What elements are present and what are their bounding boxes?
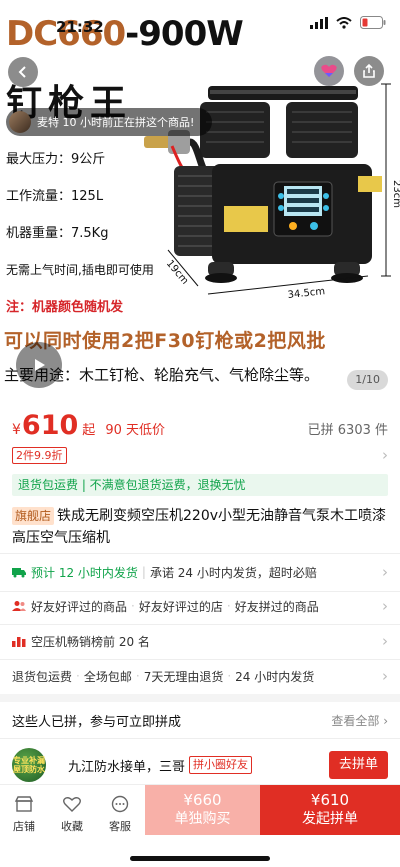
separator: · xyxy=(226,599,231,613)
separator: · xyxy=(135,669,140,683)
chevron-left-icon xyxy=(18,66,26,78)
signal-icon xyxy=(310,16,328,29)
store-icon xyxy=(14,796,34,812)
color-note: 注：机器颜色随机发 xyxy=(6,300,124,315)
buyer-toast-text: 麦特 10 小时前正在拼这个商品! xyxy=(37,116,195,129)
single-price: ¥660 xyxy=(183,791,222,809)
store-nav-button[interactable]: 店铺 xyxy=(4,793,44,834)
chevron-right-icon: › xyxy=(382,446,388,464)
section-gap xyxy=(0,694,400,702)
product-title: 旗舰店 铁成无刷变频空压机220v小型无油静音气泵木工喷漆高压空气压缩机 xyxy=(12,505,388,549)
price-value: 610 xyxy=(21,410,79,441)
chevron-right-icon: › xyxy=(382,597,388,615)
shipping-row[interactable]: 预计 12 小时内发货 | 承诺 24 小时内发货，超时必赔 › xyxy=(12,558,388,586)
group-item: 专业补漏 屋顶防水 九江防水接单，三哥 拼小圈好友 去拼单 xyxy=(12,748,388,782)
shipping-estimate: 预计 12 小时内发货 xyxy=(31,565,138,580)
favorite-nav-button[interactable]: 收藏 xyxy=(52,793,92,834)
product-title-text: 铁成无刷变频空压机220v小型无油静音气泵木工喷漆高压空气压缩机 xyxy=(12,508,387,546)
image-page-indicator: 1/10 xyxy=(347,370,388,390)
rainbow-heart-icon xyxy=(321,64,337,77)
separator: | xyxy=(141,565,146,579)
avatar-text: 专业补漏 屋顶防水 xyxy=(13,756,45,774)
chevron-right-icon: › xyxy=(382,632,388,650)
return-policy-bar[interactable]: 退货包运费 | 不满意包退货运费，退换无忧 xyxy=(12,474,388,496)
promo-row[interactable]: 2件9.9折 › xyxy=(12,445,388,465)
separator: · xyxy=(227,669,232,683)
ranking-row[interactable]: 空压机畅销榜前 20 名 › xyxy=(12,627,388,655)
truck-icon xyxy=(12,565,26,579)
see-all-label: 查看全部 xyxy=(331,713,380,728)
dim-height-label: 23cm xyxy=(391,180,400,208)
product-image-carousel[interactable]: DC660-900W 钉枪王 最大压力：9公斤 工作流量：125L 机器重量：7… xyxy=(0,0,400,400)
guarantee-item-4: 24 小时内发货 xyxy=(235,669,315,684)
divider xyxy=(0,624,400,625)
spec-pressure: 最大压力：9公斤 xyxy=(6,152,106,167)
spec-flow: 工作流量：125L xyxy=(6,189,104,204)
group-header-title: 这些人已拼，参与可立即拼成 xyxy=(12,714,182,730)
guarantee-row[interactable]: 退货包运费 · 全场包邮 · 7天无理由退货 · 24 小时内发货 › xyxy=(12,662,388,690)
bottom-action-bar: 店铺 收藏 客服 ¥660 单独购买 ¥610 发起拼单 xyxy=(0,784,400,867)
wifi-icon xyxy=(336,16,352,29)
ranking-text: 空压机畅销榜前 20 名 xyxy=(31,634,150,649)
buy-single-button[interactable]: ¥660 单独购买 xyxy=(145,785,260,835)
friends-item-1: 好友好评过的商品 xyxy=(31,599,128,614)
back-button[interactable] xyxy=(8,57,38,87)
join-group-button[interactable]: 去拼单 xyxy=(328,751,388,779)
status-icons xyxy=(310,16,386,29)
see-all-link[interactable]: 查看全部 › xyxy=(331,712,388,729)
guarantee-item-1: 退货包运费 xyxy=(12,669,73,684)
spec-weight: 机器重量：7.5Kg xyxy=(6,226,109,241)
favorite-label: 收藏 xyxy=(61,820,83,833)
discount-tag: 2件9.9折 xyxy=(12,446,67,464)
heart-icon xyxy=(63,797,81,812)
recent-buyer-toast: 麦特 10 小时前正在拼这个商品! xyxy=(6,108,212,136)
friends-icon xyxy=(12,599,26,613)
start-group-button[interactable]: ¥610 发起拼单 xyxy=(260,785,400,835)
price-suffix: 起 xyxy=(82,423,96,438)
avatar: 专业补漏 屋顶防水 xyxy=(12,748,46,782)
separator: · xyxy=(76,669,80,683)
share-icon xyxy=(363,63,375,78)
service-nav-button[interactable]: 客服 xyxy=(100,793,140,834)
friend-circle-tag: 拼小圈好友 xyxy=(189,756,253,774)
flagship-store-badge: 旗舰店 xyxy=(12,507,55,525)
service-label: 客服 xyxy=(109,820,131,833)
guarantee-item-2: 全场包邮 xyxy=(83,669,132,684)
share-button[interactable] xyxy=(354,56,384,86)
battery-icon xyxy=(360,16,386,29)
play-video-button[interactable] xyxy=(16,342,62,388)
chat-icon xyxy=(111,795,129,813)
chevron-right-icon: › xyxy=(382,667,388,685)
hero-title: DC660-900W xyxy=(6,14,244,54)
ranking-icon xyxy=(12,634,26,648)
buyer-avatar xyxy=(9,111,31,133)
guarantee-item-3: 7天无理由退货 xyxy=(143,669,224,684)
separator: · xyxy=(131,599,135,613)
group-label: 发起拼单 xyxy=(302,811,358,827)
friends-item-2: 好友好评过的店 xyxy=(138,599,223,614)
home-indicator xyxy=(130,856,270,861)
divider xyxy=(0,553,400,554)
status-time: 21:32 xyxy=(56,18,104,36)
divider xyxy=(0,659,400,660)
spec-note: 无需上气时间,插电即可使用 xyxy=(6,263,154,277)
divider xyxy=(0,738,400,739)
play-icon xyxy=(35,359,45,371)
friends-row[interactable]: 好友好评过的商品 · 好友好评过的店 · 好友拼过的商品 › xyxy=(12,592,388,620)
price-row: ¥ 610 起 90 天低价 已拼 6303 件 xyxy=(12,410,388,444)
group-buy-badge-button[interactable] xyxy=(314,56,344,86)
group-user-name: 九江防水接单，三哥 xyxy=(68,759,186,775)
shipping-promise: 承诺 24 小时内发货，超时必赔 xyxy=(149,565,317,580)
group-header: 这些人已拼，参与可立即拼成 查看全部 › xyxy=(12,710,388,730)
price-currency: ¥ xyxy=(12,422,21,438)
friends-item-3: 好友拼过的商品 xyxy=(234,599,319,614)
chevron-right-icon: › xyxy=(382,563,388,581)
single-label: 单独购买 xyxy=(174,811,231,827)
dim-width-label: 34.5cm xyxy=(287,286,325,301)
hero-title-rest: -900W xyxy=(125,14,244,54)
sold-count: 已拼 6303 件 xyxy=(307,423,388,438)
store-label: 店铺 xyxy=(13,820,35,833)
low-price-badge: 90 天低价 xyxy=(105,423,165,438)
group-price: ¥610 xyxy=(310,791,350,809)
